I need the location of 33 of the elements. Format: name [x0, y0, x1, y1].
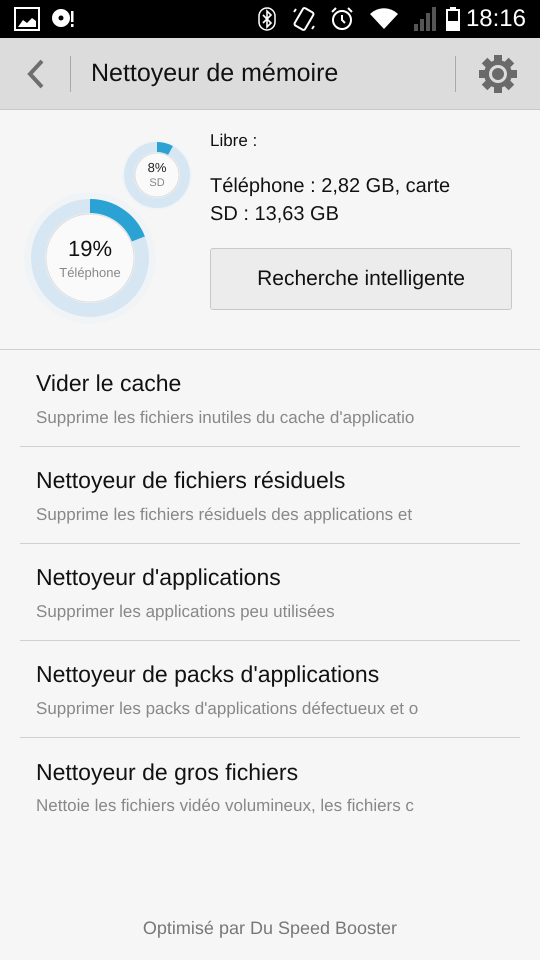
battery-icon [446, 7, 460, 31]
settings-icon [478, 54, 518, 94]
phone-label: Téléphone [59, 266, 121, 278]
footer-credit: Optimisé par Du Speed Booster [142, 917, 398, 940]
option-title: Nettoyeur de gros fichiers [36, 758, 300, 787]
cleaner-option[interactable]: Vider le cache Supprime les fichiers inutiles du cache d'applicatio [20, 350, 520, 447]
image-notification-icon [14, 7, 40, 31]
option-title: Vider le cache [36, 369, 182, 398]
clock-time: 18:16 [466, 4, 526, 34]
signal-icon [414, 7, 438, 31]
wifi-icon [370, 8, 398, 30]
sd-percent: 8% [148, 161, 166, 174]
screen-title: Nettoyeur de mémoire [91, 58, 340, 89]
cleaner-option[interactable]: Nettoyeur de packs d'applications Supprimer les packs d'applications défectueux et o [20, 641, 520, 738]
phone-percent: 19% [68, 238, 112, 260]
free-space-text: Téléphone : 2,82 GB, carte SD : 13,63 GB [210, 174, 452, 226]
option-description: Supprimer les applications peu utilisées [36, 600, 336, 622]
free-label: Libre : [210, 130, 258, 152]
option-title: Nettoyeur de packs d'applications [36, 660, 380, 689]
bluetooth-icon [258, 7, 276, 31]
option-title: Nettoyeur de fichiers résiduels [36, 466, 346, 495]
option-description: Supprime les fichiers résiduels des applications et [36, 504, 414, 526]
option-title: Nettoyeur d'applications [36, 563, 282, 592]
alarm-icon [330, 7, 354, 31]
option-description: Supprimer les packs d'applications défectueux et o [36, 698, 420, 720]
smart-scan-button[interactable]: Recherche intelligente [210, 248, 512, 310]
vibrate-icon [292, 6, 316, 32]
cleaner-option[interactable]: Nettoyeur de gros fichiers Nettoie les fichiers vidéo volumineux, les fichiers c [20, 738, 520, 835]
cleaner-option[interactable]: Nettoyeur de fichiers résiduels Supprime les fichiers résiduels des applications et [20, 447, 520, 544]
option-description: Supprime les fichiers inutiles du cache d'applicatio [36, 406, 416, 428]
sd-label: SD [149, 178, 165, 189]
option-description: Nettoie les fichiers vidéo volumineux, les fichiers c [36, 795, 415, 817]
cleaner-option[interactable]: Nettoyeur d'applications Supprimer les applications peu utilisées [20, 544, 520, 641]
